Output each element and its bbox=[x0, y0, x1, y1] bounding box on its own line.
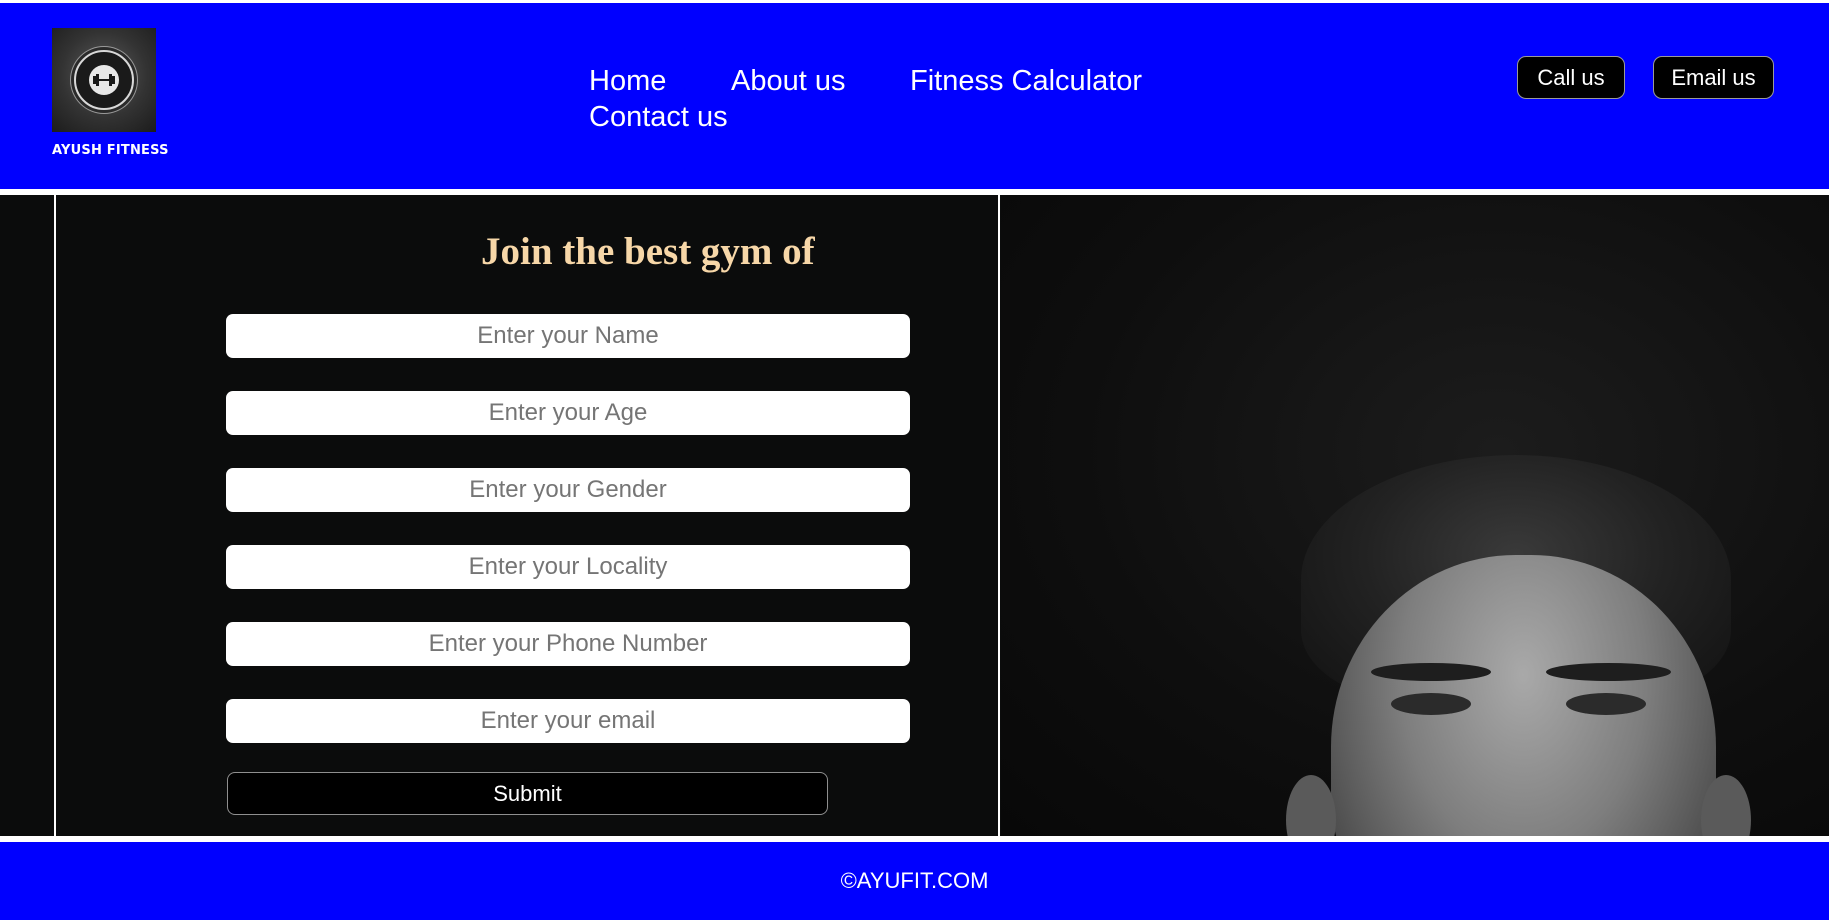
phone-input[interactable] bbox=[226, 622, 910, 666]
form-title: Join the best gym of bbox=[481, 230, 815, 273]
site-header: AYUSH FITNESS Home About us Fitness Calc… bbox=[0, 3, 1829, 189]
divider bbox=[54, 195, 56, 836]
logo[interactable] bbox=[52, 28, 156, 132]
site-footer: ©AYUFIT.COM bbox=[0, 842, 1829, 920]
email-us-button[interactable]: Email us bbox=[1653, 56, 1774, 99]
nav-contact-us[interactable]: Contact us bbox=[589, 101, 728, 134]
submit-button[interactable]: Submit bbox=[227, 772, 828, 815]
divider bbox=[998, 195, 1000, 836]
hero-photo bbox=[1001, 195, 1829, 836]
nav-home[interactable]: Home bbox=[589, 65, 666, 98]
name-input[interactable] bbox=[226, 314, 910, 358]
age-input[interactable] bbox=[226, 391, 910, 435]
call-us-button[interactable]: Call us bbox=[1517, 56, 1625, 99]
gender-input[interactable] bbox=[226, 468, 910, 512]
nav-fitness-calculator[interactable]: Fitness Calculator bbox=[910, 65, 1142, 98]
nav-about-us[interactable]: About us bbox=[731, 65, 845, 98]
brand-name: AYUSH FITNESS bbox=[52, 143, 169, 158]
locality-input[interactable] bbox=[226, 545, 910, 589]
logo-emblem bbox=[74, 50, 134, 110]
email-input[interactable] bbox=[226, 699, 910, 743]
footer-copyright: ©AYUFIT.COM bbox=[840, 868, 989, 893]
dumbbell-icon bbox=[89, 65, 119, 95]
